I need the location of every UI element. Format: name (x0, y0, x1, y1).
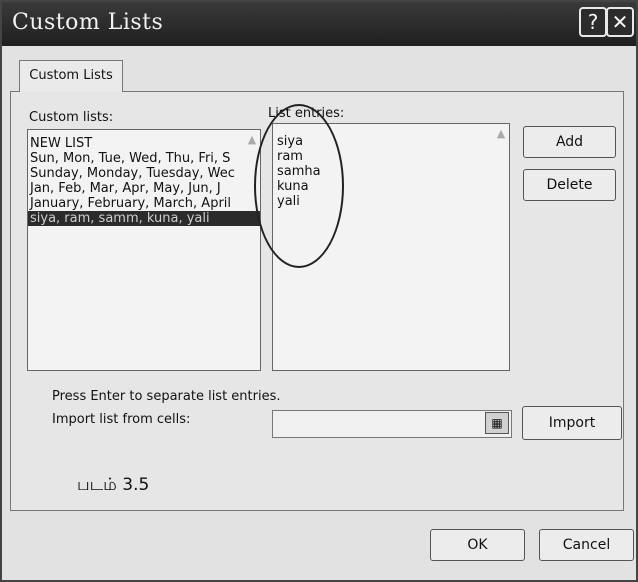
tab-custom-lists[interactable]: Custom Lists (19, 60, 123, 92)
custom-list-item[interactable]: Jan, Feb, Mar, Apr, May, Jun, J (28, 181, 260, 196)
dialog-title: Custom Lists (12, 10, 164, 35)
ok-button[interactable]: OK (430, 529, 525, 561)
custom-list-item[interactable]: NEW LIST (28, 136, 260, 151)
custom-lists-listbox[interactable]: ▲ NEW LIST Sun, Mon, Tue, Wed, Thu, Fri, … (27, 129, 261, 371)
add-button[interactable]: Add (523, 126, 616, 158)
close-icon: ✕ (611, 10, 629, 34)
custom-lists-dialog: Custom Lists ? ✕ Custom Lists Custom lis… (0, 0, 638, 582)
title-bar: Custom Lists ? ✕ (2, 2, 636, 46)
custom-list-item[interactable]: Sunday, Monday, Tuesday, Wec (28, 166, 260, 181)
custom-list-item[interactable]: January, February, March, April (28, 196, 260, 211)
entries-scroll-up-icon[interactable]: ▲ (495, 128, 507, 140)
custom-list-item[interactable]: Sun, Mon, Tue, Wed, Thu, Fri, S (28, 151, 260, 166)
import-range-input[interactable] (272, 410, 512, 438)
custom-list-item[interactable]: siya, ram, samm, kuna, yali (28, 211, 260, 226)
import-label: Import list from cells: (52, 412, 191, 427)
custom-lists-label: Custom lists: (29, 110, 114, 125)
figure-caption: படம் 3.5 (77, 475, 150, 495)
close-button[interactable]: ✕ (606, 7, 634, 37)
scroll-up-icon[interactable]: ▲ (246, 134, 258, 146)
cancel-button[interactable]: Cancel (539, 529, 634, 561)
import-button[interactable]: Import (522, 406, 622, 440)
hand-drawn-circle (254, 104, 344, 268)
delete-button[interactable]: Delete (523, 169, 616, 201)
help-button[interactable]: ? (579, 7, 607, 37)
collapse-dialog-icon[interactable]: ▦ (485, 412, 509, 434)
help-icon: ? (587, 10, 599, 34)
hint-text: Press Enter to separate list entries. (52, 389, 281, 404)
